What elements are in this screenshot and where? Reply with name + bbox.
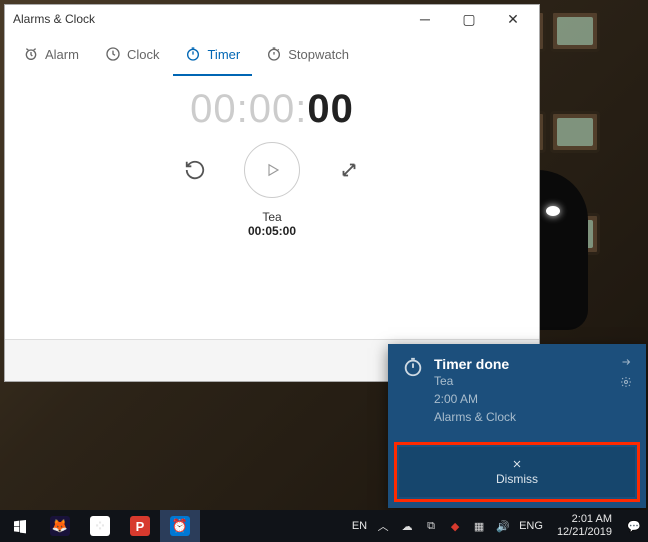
- tray-volume-icon[interactable]: 🔊: [495, 518, 511, 534]
- minimize-button[interactable]: ─: [403, 5, 447, 33]
- tray-dropbox-icon[interactable]: ⧉: [423, 518, 439, 534]
- taskbar-app-browser[interactable]: 🦊: [40, 510, 80, 542]
- start-button[interactable]: [0, 510, 40, 542]
- taskbar-date: 12/21/2019: [557, 526, 612, 539]
- taskbar-app-chat[interactable]: ⁘: [80, 510, 120, 542]
- notification-title: Timer done: [434, 356, 610, 372]
- notification-line: 2:00 AM: [434, 390, 610, 408]
- window-title: Alarms & Clock: [13, 12, 403, 26]
- highlight-box: Dismiss: [394, 442, 640, 502]
- close-icon: [511, 458, 523, 470]
- tray-cloud-icon[interactable]: ☁: [399, 518, 415, 534]
- tab-label: Timer: [207, 47, 240, 62]
- arrow-right-icon[interactable]: [620, 356, 632, 368]
- alarm-icon: [23, 46, 39, 62]
- timer-name: Tea: [248, 210, 296, 224]
- timer-icon: [185, 46, 201, 62]
- gear-icon[interactable]: [620, 376, 632, 388]
- toast-notification[interactable]: Timer done Tea 2:00 AM Alarms & Clock Di…: [388, 344, 646, 508]
- play-button[interactable]: [244, 142, 300, 198]
- dismiss-label: Dismiss: [496, 472, 538, 486]
- maximize-button[interactable]: ▢: [447, 5, 491, 33]
- expand-icon[interactable]: [338, 159, 360, 181]
- tray-app-icon[interactable]: ◆: [447, 518, 463, 534]
- language-indicator[interactable]: ENG: [519, 520, 543, 532]
- tab-alarm[interactable]: Alarm: [11, 34, 91, 76]
- tab-timer[interactable]: Timer: [173, 34, 252, 76]
- tray-chevron-up-icon[interactable]: ︿: [375, 518, 391, 534]
- close-button[interactable]: ✕: [491, 5, 535, 33]
- taskbar-app-alarms[interactable]: ⏰: [160, 510, 200, 542]
- notifications-icon[interactable]: 💬: [626, 518, 642, 534]
- tab-stopwatch[interactable]: Stopwatch: [254, 34, 361, 76]
- timer-icon: [402, 356, 424, 378]
- dismiss-button[interactable]: Dismiss: [399, 447, 635, 497]
- play-icon: [263, 161, 281, 179]
- timer-panel: 00:00:00 Tea 00:05:00: [5, 77, 539, 339]
- tray-network-icon[interactable]: ▦: [471, 518, 487, 534]
- titlebar[interactable]: Alarms & Clock ─ ▢ ✕: [5, 5, 539, 33]
- tab-clock[interactable]: Clock: [93, 34, 172, 76]
- clock-icon: [105, 46, 121, 62]
- reset-icon[interactable]: [184, 159, 206, 181]
- tab-label: Alarm: [45, 47, 79, 62]
- alarms-clock-window: Alarms & Clock ─ ▢ ✕ Alarm Clock Timer S…: [4, 4, 540, 382]
- timer-display: 00:00:00: [190, 87, 354, 132]
- timer-duration: 00:05:00: [248, 224, 296, 238]
- notification-line: Tea: [434, 372, 610, 390]
- taskbar-clock[interactable]: 2:01 AM 12/21/2019: [551, 513, 618, 539]
- windows-icon: [12, 518, 28, 534]
- taskbar-app-p[interactable]: P: [120, 510, 160, 542]
- stopwatch-icon: [266, 46, 282, 62]
- timer-meta[interactable]: Tea 00:05:00: [248, 210, 296, 238]
- taskbar-time: 2:01 AM: [557, 513, 612, 526]
- tab-strip: Alarm Clock Timer Stopwatch: [5, 33, 539, 77]
- tab-label: Stopwatch: [288, 47, 349, 62]
- ime-indicator[interactable]: EN: [352, 520, 367, 532]
- taskbar[interactable]: 🦊 ⁘ P ⏰ EN ︿ ☁ ⧉ ◆ ▦ 🔊 ENG 2:01 AM 12/21…: [0, 510, 648, 542]
- notification-source: Alarms & Clock: [434, 408, 610, 426]
- tab-label: Clock: [127, 47, 160, 62]
